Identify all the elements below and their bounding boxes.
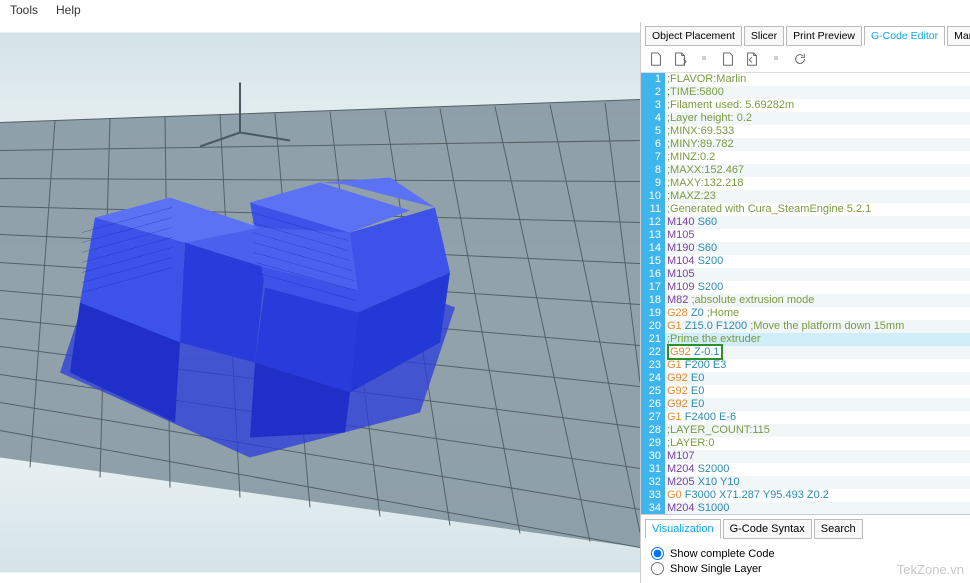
radio-complete-input[interactable] <box>651 547 664 560</box>
tab-g-code-editor[interactable]: G-Code Editor <box>864 26 945 46</box>
code-line[interactable]: 26G92 E0 <box>641 398 970 411</box>
bottom-tab-visualization[interactable]: Visualization <box>645 519 721 539</box>
code-line[interactable]: 30M107 <box>641 450 970 463</box>
code-line[interactable]: 12M140 S60 <box>641 216 970 229</box>
code-line[interactable]: 24G92 E0 <box>641 372 970 385</box>
code-line[interactable]: 22G92 Z-0.1 <box>641 346 970 359</box>
bottom-tab-g-code-syntax[interactable]: G-Code Syntax <box>723 519 812 539</box>
code-line[interactable]: 29;LAYER:0 <box>641 437 970 450</box>
code-line[interactable]: 9;MAXY:132.218 <box>641 177 970 190</box>
save-as-icon[interactable] <box>743 50 761 68</box>
code-line[interactable]: 17M109 S200 <box>641 281 970 294</box>
code-line[interactable]: 23G1 F200 E3 <box>641 359 970 372</box>
code-line[interactable]: 18M82 ;absolute extrusion mode <box>641 294 970 307</box>
main-area: Object PlacementSlicerPrint PreviewG-Cod… <box>0 22 970 583</box>
code-line[interactable]: 33G0 F3000 X71.287 Y95.493 Z0.2 <box>641 489 970 502</box>
code-line[interactable]: 2;TIME:5800 <box>641 86 970 99</box>
code-line[interactable]: 25G92 E0 <box>641 385 970 398</box>
code-line[interactable]: 34M204 S1000 <box>641 502 970 514</box>
tab-print-preview[interactable]: Print Preview <box>786 26 862 46</box>
viewport-canvas <box>0 22 640 583</box>
radio-single[interactable]: Show Single Layer <box>651 562 960 575</box>
code-line[interactable]: 14M190 S60 <box>641 242 970 255</box>
code-line[interactable]: 16M105 <box>641 268 970 281</box>
code-line[interactable]: 13M105 <box>641 229 970 242</box>
code-line[interactable]: 27G1 F2400 E-6 <box>641 411 970 424</box>
tab-manual-control[interactable]: Manual Control <box>947 26 970 46</box>
new-file-icon[interactable] <box>647 50 665 68</box>
gcode-editor[interactable]: 1;FLAVOR:Marlin2;TIME:58003;Filament use… <box>641 73 970 514</box>
code-line[interactable]: 3;Filament used: 5.69282m <box>641 99 970 112</box>
tab-slicer[interactable]: Slicer <box>744 26 784 46</box>
code-line[interactable]: 11;Generated with Cura_SteamEngine 5.2.1 <box>641 203 970 216</box>
refresh-icon[interactable] <box>791 50 809 68</box>
main-menu: Tools Help <box>0 0 970 22</box>
radio-single-label: Show Single Layer <box>670 563 762 575</box>
code-line[interactable]: 4;Layer height: 0.2 <box>641 112 970 125</box>
3d-viewport[interactable] <box>0 22 640 583</box>
tab-object-placement[interactable]: Object Placement <box>645 26 742 46</box>
code-line[interactable]: 31M204 S2000 <box>641 463 970 476</box>
view-options: Show complete Code Show Single Layer <box>641 539 970 583</box>
radio-complete-label: Show complete Code <box>670 548 775 560</box>
code-line[interactable]: 6;MINY:89.782 <box>641 138 970 151</box>
menu-tools[interactable]: Tools <box>10 3 38 19</box>
open-file-icon[interactable] <box>671 50 689 68</box>
code-line[interactable]: 15M104 S200 <box>641 255 970 268</box>
code-line[interactable]: 7;MINZ:0.2 <box>641 151 970 164</box>
menu-help[interactable]: Help <box>56 3 81 19</box>
radio-single-input[interactable] <box>651 562 664 575</box>
top-tabs: Object PlacementSlicerPrint PreviewG-Cod… <box>641 22 970 46</box>
code-line[interactable]: 5;MINX:69.533 <box>641 125 970 138</box>
save-icon[interactable] <box>719 50 737 68</box>
code-line[interactable]: 1;FLAVOR:Marlin <box>641 73 970 86</box>
right-panel: Object PlacementSlicerPrint PreviewG-Cod… <box>640 22 970 583</box>
radio-complete[interactable]: Show complete Code <box>651 547 960 560</box>
bottom-tabs: VisualizationG-Code SyntaxSearch <box>641 514 970 539</box>
code-line[interactable]: 19G28 Z0 ;Home <box>641 307 970 320</box>
code-line[interactable]: 10;MAXZ:23 <box>641 190 970 203</box>
separator: ▪ <box>767 50 785 68</box>
code-line[interactable]: 32M205 X10 Y10 <box>641 476 970 489</box>
code-line[interactable]: 28;LAYER_COUNT:115 <box>641 424 970 437</box>
code-line[interactable]: 8;MAXX:152.467 <box>641 164 970 177</box>
editor-toolbar: ▪ ▪ <box>641 46 970 73</box>
separator: ▪ <box>695 50 713 68</box>
code-line[interactable]: 20G1 Z15.0 F1200 ;Move the platform down… <box>641 320 970 333</box>
bottom-tab-search[interactable]: Search <box>814 519 863 539</box>
